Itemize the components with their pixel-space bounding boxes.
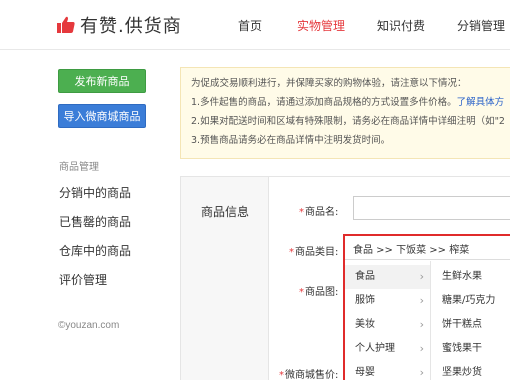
thumbs-up-icon (57, 16, 75, 33)
copyright: ©youzan.com (58, 320, 120, 331)
form-section-sidebar: 商品信息 (181, 177, 269, 380)
product-category-label: *商品类目: (289, 247, 339, 258)
category-item[interactable]: 个人护理 › (345, 337, 430, 361)
publish-new-product-button[interactable]: 发布新商品 (58, 69, 146, 93)
chevron-right-icon: › (419, 294, 424, 307)
notice-intro: 为促成交易顺利进行，并保障买家的购物体验，请注意以下情况： (191, 78, 467, 89)
category-path: 食品 >> 下饭菜 >> 榨菜 (345, 236, 510, 260)
product-image-label: *商品图: (299, 287, 339, 298)
store-price-label: *微商城售价: (279, 370, 339, 380)
chevron-right-icon: › (419, 366, 424, 379)
nav-item-home[interactable]: 首页 (238, 17, 262, 34)
subcategory-item[interactable]: 坚果炒货 (432, 361, 510, 380)
sidebar-item-warehouse[interactable]: 仓库中的商品 (59, 242, 131, 259)
category-item[interactable]: 食品 › (345, 265, 430, 289)
category-item[interactable]: 母婴 › (345, 361, 430, 380)
product-name-input[interactable] (353, 196, 510, 220)
notice-line-1: 1.多件起售的商品，请通过添加商品规格的方式设置多件价格。了解具体方 (191, 93, 510, 112)
product-name-label: *商品名: (299, 207, 339, 218)
chevron-right-icon: › (419, 318, 424, 331)
notice-box: 为促成交易顺利进行，并保障买家的购物体验，请注意以下情况： 1.多件起售的商品，… (180, 67, 510, 159)
sidebar-item-distributing[interactable]: 分销中的商品 (59, 184, 131, 201)
category-level2-list[interactable]: 生鲜水果 糖果/巧克力 饼干糕点 蜜饯果干 坚果炒货 (432, 261, 510, 380)
subcategory-item[interactable]: 饼干糕点 (432, 313, 510, 337)
chevron-right-icon: › (419, 270, 424, 283)
top-header: 有赞.供货商 首页 实物管理 知识付费 分销管理 (0, 0, 510, 50)
brand-logo[interactable]: 有赞.供货商 (56, 12, 182, 38)
import-store-product-button[interactable]: 导入微商城商品 (58, 104, 146, 128)
form-section-title: 商品信息 (201, 205, 250, 219)
category-item[interactable]: 服饰 › (345, 289, 430, 313)
nav-item-distribution[interactable]: 分销管理 (457, 17, 505, 34)
subcategory-item[interactable]: 糖果/巧克力 (432, 289, 510, 313)
category-item[interactable]: 美妆 › (345, 313, 430, 337)
category-picker[interactable]: 食品 >> 下饭菜 >> 榨菜 食品 › 服饰 › 美妆 › 个人护理 › 母婴 › 生鲜… (343, 234, 510, 380)
sidebar-item-reviews[interactable]: 评价管理 (59, 271, 107, 288)
category-level1-list[interactable]: 食品 › 服饰 › 美妆 › 个人护理 › 母婴 › (345, 261, 431, 380)
sidebar-section-title: 商品管理 (59, 162, 99, 173)
sidebar-item-sold-out[interactable]: 已售罄的商品 (59, 213, 131, 230)
brand-name: 有赞.供货商 (80, 16, 182, 37)
nav-item-physical-goods[interactable]: 实物管理 (297, 17, 345, 34)
subcategory-item[interactable]: 蜜饯果干 (432, 337, 510, 361)
notice-line-1-text: 1.多件起售的商品，请通过添加商品规格的方式设置多件价格。 (191, 97, 457, 108)
product-form: 商品信息 *商品名: *商品类目: *商品图: *微商城售价: 食品 >> 下饭… (180, 176, 510, 380)
notice-line-2: 2.如果对配送时间和区域有特殊限制，请务必在商品详情中详细注明（如"2 (191, 116, 505, 127)
nav-item-knowledge-paid[interactable]: 知识付费 (377, 17, 425, 34)
subcategory-item[interactable]: 生鲜水果 (432, 265, 510, 289)
chevron-right-icon: › (419, 342, 424, 355)
notice-line-3: 3.预售商品请务必在商品详情中注明发货时间。 (191, 135, 391, 146)
learn-more-link[interactable]: 了解具体方 (457, 97, 505, 108)
